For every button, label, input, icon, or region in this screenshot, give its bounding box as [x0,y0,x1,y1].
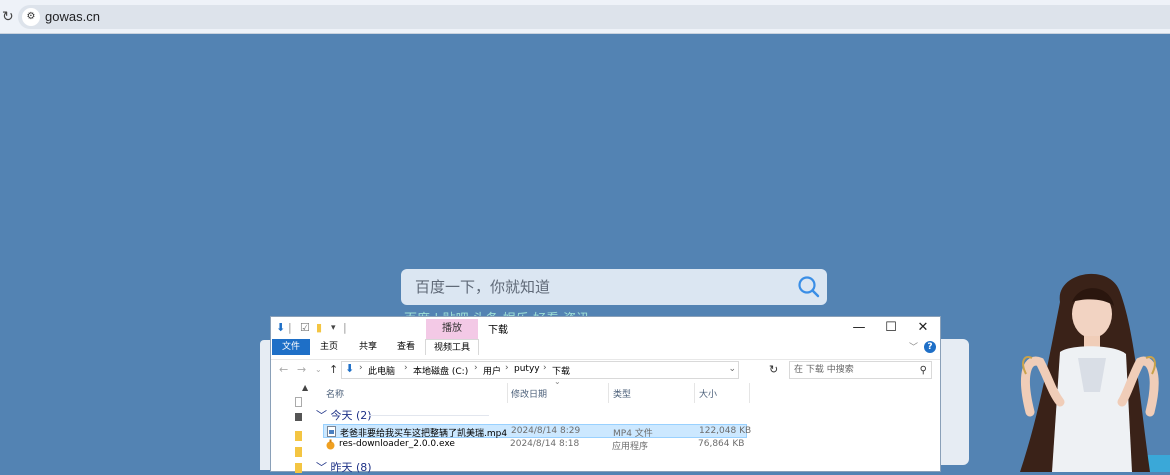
minimize-icon[interactable]: — [848,320,870,336]
address-bar[interactable]: ⚙ gowas.cn [18,5,1170,29]
ribbon-tabs: 文件 主页 共享 查看 视频工具 ﹀ ? [271,339,940,355]
breadcrumb-putyy[interactable]: putyy [514,364,540,374]
file-size: 76,864 KB [698,439,745,449]
video-file-icon [327,426,336,437]
breadcrumb-downloads[interactable]: 下载 [552,364,570,377]
sort-indicator-icon: ⌄ [554,377,561,386]
download-folder-icon: ⬇ [345,362,355,375]
title-bar[interactable]: ⬇ | ☑ ▮ ▾ | 播放 下载 — ☐ ✕ [271,317,940,339]
group-header-yesterday[interactable]: ﹀ 昨天 (8) [316,459,372,475]
file-size: 122,048 KB [699,426,752,436]
close-icon[interactable]: ✕ [912,320,934,336]
breadcrumb-users[interactable]: 用户 [483,364,501,377]
reload-icon[interactable]: ↻ [2,8,18,24]
group-divider [369,415,489,416]
help-icon[interactable]: ? [924,341,936,353]
character-illustration-icon [1020,273,1159,472]
file-date: 2024/8/14 8:29 [511,426,581,436]
tab-view[interactable]: 查看 [393,339,419,355]
column-separator[interactable] [694,383,695,403]
folder-search-field[interactable]: 在 下载 中搜索 ⚲ [789,361,932,379]
nav-item-icon[interactable] [295,413,302,421]
navigation-pane[interactable]: ▲ [293,383,309,473]
url-text[interactable]: gowas.cn [45,9,100,24]
breadcrumb-local-disk[interactable]: 本地磁盘 (C:) [413,364,468,377]
group-header-today[interactable]: ﹀ 今天 (2) [316,407,372,423]
list-item[interactable]: res-downloader_2.0.0.exe 2024/8/14 8:18 … [323,438,747,452]
app-exe-icon [326,439,335,450]
file-date: 2024/8/14 8:18 [510,439,580,449]
search-input[interactable] [401,269,781,305]
breadcrumb-separator[interactable]: › [474,363,478,373]
group-label: 昨天 (8) [330,461,372,474]
address-dropdown-icon[interactable]: ⌄ [728,364,736,374]
window-title: 下载 [488,325,508,336]
folder-icon[interactable] [295,447,302,457]
recent-dropdown-icon[interactable]: ⌄ [315,365,322,374]
column-header-type[interactable]: 类型 [613,387,631,400]
column-separator[interactable] [507,383,508,403]
scroll-up-icon[interactable]: ▲ [302,383,308,392]
search-icon[interactable] [797,275,821,299]
column-header-size[interactable]: 大小 [699,387,717,400]
tab-video-tools[interactable]: 视频工具 [425,339,479,355]
background-card-right [940,339,969,465]
forward-icon[interactable]: → [297,363,306,376]
list-item[interactable]: 老爸非要给我买车这把整辆了凯美瑞.mp4 2024/8/14 8:29 MP4 … [323,424,751,439]
column-separator[interactable] [749,383,750,403]
tab-home[interactable]: 主页 [316,339,342,355]
navigation-bar: ← → ⌄ ↑ ⬇ › 此电脑 › 本地磁盘 (C:) › 用户 › putyy… [271,359,940,379]
column-header-name[interactable]: 名称 [326,387,344,400]
baidu-search-box [401,269,827,305]
chevron-down-icon: ﹀ [316,409,327,422]
file-name[interactable]: res-downloader_2.0.0.exe [339,439,455,449]
column-header-date[interactable]: 修改日期 [511,387,547,400]
quick-access-dropdown-icon[interactable]: ▾ [331,321,336,335]
nav-item-icon[interactable] [295,397,302,407]
download-arrow-icon: ⬇ [276,321,286,334]
tab-file[interactable]: 文件 [272,339,310,355]
search-icon[interactable]: ⚲ [920,363,927,379]
site-info-icon[interactable]: ⚙ [22,8,40,26]
group-label: 今天 (2) [330,409,372,422]
context-tab-play[interactable]: 播放 [426,319,478,339]
breadcrumb-separator[interactable]: › [505,363,509,373]
properties-icon[interactable]: ☑ [300,321,310,335]
folder-search-placeholder: 在 下载 中搜索 [794,365,854,375]
column-separator[interactable] [608,383,609,403]
tab-share[interactable]: 共享 [355,339,381,355]
back-icon[interactable]: ← [279,363,288,376]
address-field[interactable]: ⬇ › 此电脑 › 本地磁盘 (C:) › 用户 › putyy › 下载 ⌄ [341,361,739,379]
folder-icon[interactable] [295,431,302,441]
refresh-icon[interactable]: ↻ [769,363,778,376]
browser-toolbar: ↻ ⚙ gowas.cn [0,0,1170,34]
breadcrumb-this-pc[interactable]: 此电脑 [368,364,395,377]
new-folder-icon[interactable]: ▮ [316,321,322,335]
file-list: ⌄ 名称 修改日期 类型 大小 ﹀ 今天 (2) 老爸非要给我买车这把整辆了凯美… [313,377,933,475]
maximize-icon[interactable]: ☐ [880,320,902,336]
separator-icon: | [343,321,347,334]
breadcrumb-separator[interactable]: › [404,363,408,373]
breadcrumb-separator[interactable]: › [543,363,547,373]
chevron-down-icon[interactable]: ﹀ [909,340,918,353]
up-icon[interactable]: ↑ [329,363,338,376]
breadcrumb-separator[interactable]: › [359,363,363,373]
separator-icon: | [288,321,292,334]
chevron-down-icon: ﹀ [316,461,327,474]
file-explorer-window[interactable]: ⬇ | ☑ ▮ ▾ | 播放 下载 — ☐ ✕ 文件 主页 共享 查看 视频工具… [270,316,941,475]
file-type: 应用程序 [612,442,649,452]
